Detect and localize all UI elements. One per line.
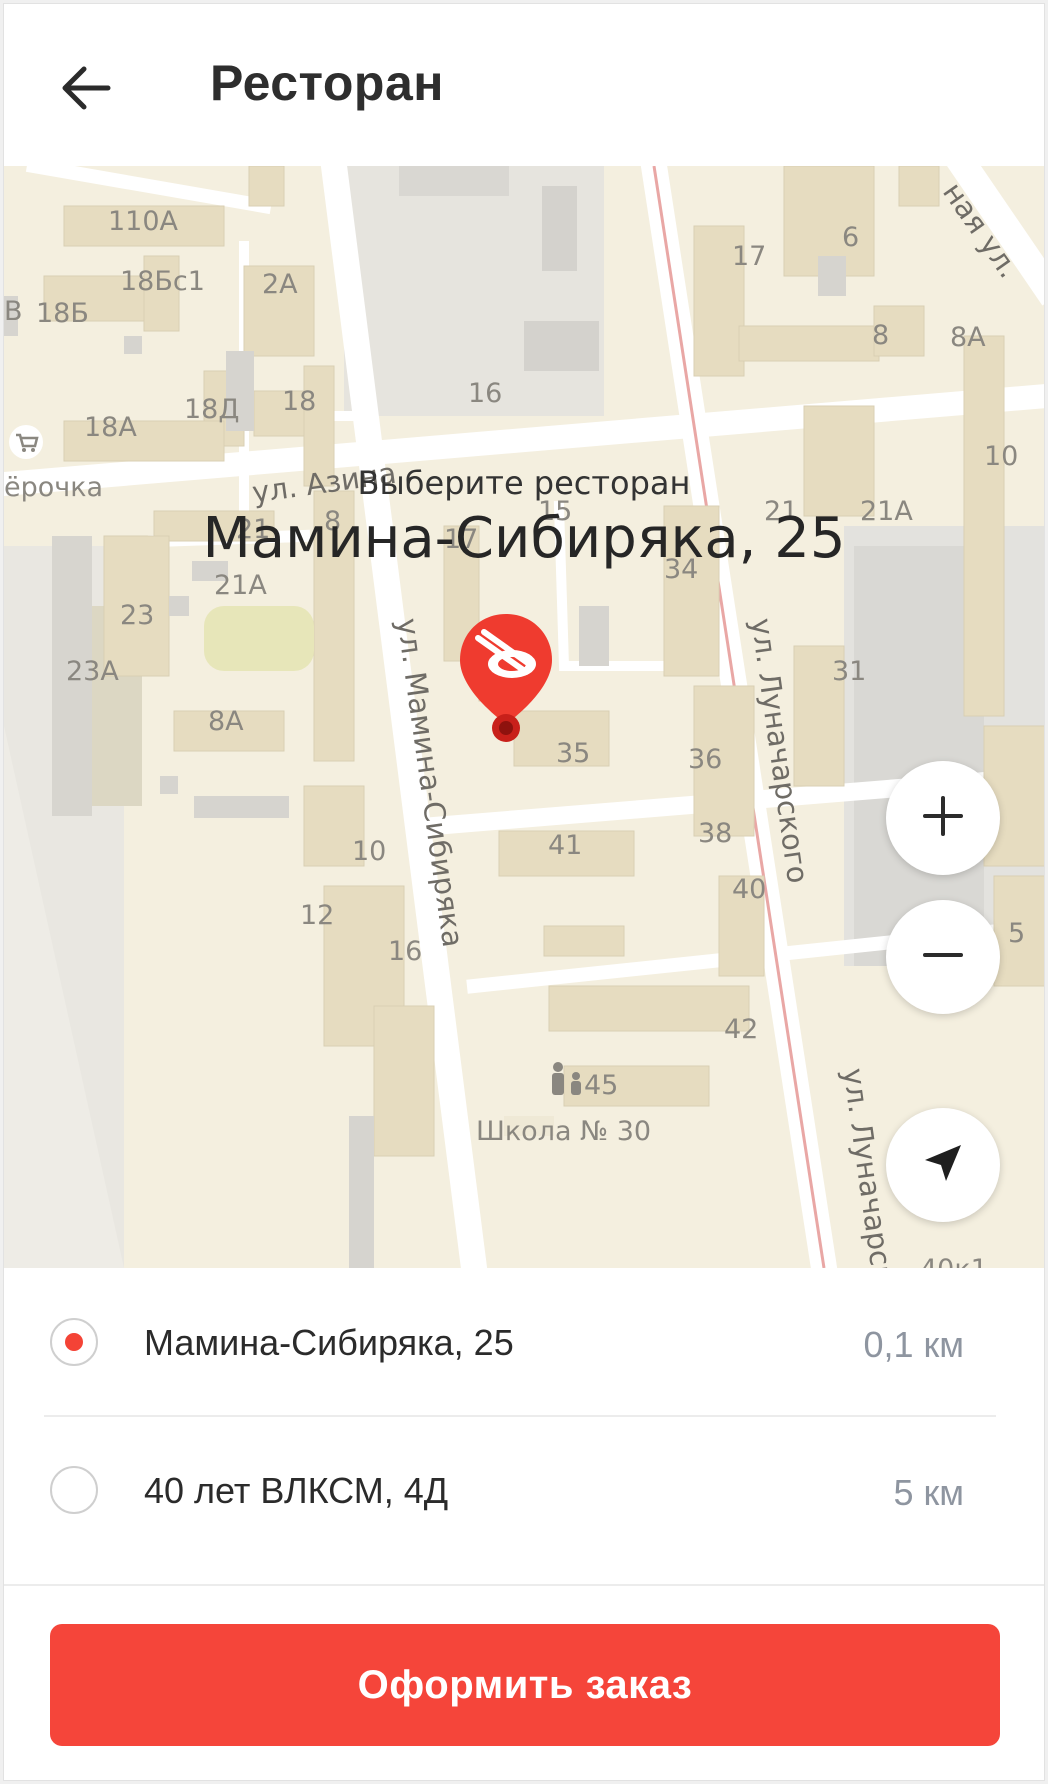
map[interactable]: 110А 6 18Бс1 2А 17 18Б 8 8А 16 18 18Д 18… bbox=[4, 166, 1044, 1268]
house-number: 16 bbox=[468, 378, 503, 409]
house-number: 110А bbox=[108, 206, 179, 237]
restaurant-pin-icon[interactable] bbox=[450, 606, 562, 756]
radio-dot bbox=[65, 1333, 83, 1351]
house-number: В bbox=[4, 296, 23, 327]
house-number: 5 bbox=[1008, 918, 1026, 949]
radio-selected[interactable] bbox=[50, 1318, 98, 1366]
house-number: 40 bbox=[732, 874, 767, 905]
restaurant-option[interactable]: Мамина-Сибиряка, 25 0,1 км bbox=[4, 1268, 1044, 1417]
house-number: 17 bbox=[732, 241, 767, 272]
plus-icon bbox=[919, 792, 967, 845]
house-number: 42 bbox=[724, 1014, 759, 1045]
house-number: 23А bbox=[66, 656, 119, 687]
house-number: 2А bbox=[262, 269, 298, 300]
my-location-button[interactable] bbox=[886, 1108, 1000, 1222]
map-hint: Выберите ресторан bbox=[357, 464, 691, 502]
house-number: 38 bbox=[698, 818, 733, 849]
selected-address: Мамина-Сибиряка, 25 bbox=[202, 506, 846, 571]
house-number: 18Бс1 bbox=[120, 266, 205, 297]
back-button[interactable] bbox=[44, 48, 128, 132]
navigation-arrow-icon bbox=[919, 1139, 967, 1192]
house-number: 23 bbox=[120, 600, 155, 631]
house-number: 10 bbox=[352, 836, 387, 867]
house-number: 12 bbox=[300, 900, 335, 931]
minus-icon bbox=[919, 931, 967, 984]
house-number: 36 bbox=[688, 744, 723, 775]
house-number: 40к1 bbox=[920, 1254, 988, 1268]
house-number: 8А bbox=[208, 706, 244, 737]
restaurant-name: 40 лет ВЛКСМ, 4Д bbox=[144, 1470, 449, 1511]
house-number: 8А bbox=[950, 322, 986, 353]
house-number: 18Б bbox=[36, 298, 89, 329]
restaurant-distance: 0,1 км bbox=[863, 1324, 964, 1365]
restaurant-list: Мамина-Сибиряка, 25 0,1 км 40 лет ВЛКСМ,… bbox=[4, 1268, 1044, 1583]
page-title: Ресторан bbox=[210, 55, 444, 111]
header: Ресторан bbox=[4, 4, 1044, 166]
zoom-in-button[interactable] bbox=[886, 761, 1000, 875]
house-number: 6 bbox=[842, 222, 860, 253]
family-icon bbox=[544, 1060, 594, 1105]
zoom-out-button[interactable] bbox=[886, 900, 1000, 1014]
restaurant-distance: 5 км bbox=[893, 1472, 964, 1513]
restaurant-option[interactable]: 40 лет ВЛКСМ, 4Д 5 км bbox=[4, 1416, 1044, 1562]
restaurant-name: Мамина-Сибиряка, 25 bbox=[144, 1322, 514, 1363]
radio-unselected[interactable] bbox=[50, 1466, 98, 1514]
house-number: 18 bbox=[282, 386, 317, 417]
house-number: 18А bbox=[84, 412, 137, 443]
house-number: 31 bbox=[832, 656, 867, 687]
divider bbox=[4, 1584, 1044, 1586]
shopping-cart-icon bbox=[8, 424, 44, 465]
house-number: 41 bbox=[548, 830, 583, 861]
house-number: 21А bbox=[214, 570, 267, 601]
house-number: 18Д bbox=[184, 394, 240, 425]
checkout-button[interactable]: Оформить заказ bbox=[50, 1624, 1000, 1746]
house-number: 8 bbox=[872, 320, 890, 351]
arrow-left-icon bbox=[60, 65, 112, 116]
poi-label: Школа № 30 bbox=[476, 1116, 652, 1147]
app-screen: Ресторан 110А 6 18Бс1 2А 17 18Б 8 8А 16 … bbox=[3, 3, 1045, 1781]
house-number: 16 bbox=[388, 936, 423, 967]
